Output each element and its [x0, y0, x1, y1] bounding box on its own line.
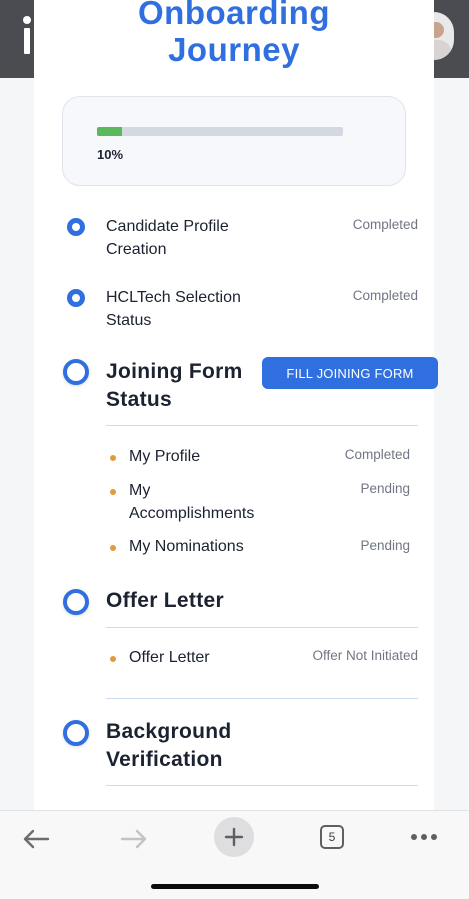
- app-logo: [20, 14, 34, 54]
- list-item-my-accomplishments[interactable]: My Accomplishments: [129, 479, 269, 525]
- tabs-icon[interactable]: 5: [318, 823, 346, 851]
- list-item-offer-letter[interactable]: Offer Letter: [129, 646, 279, 669]
- divider: [106, 627, 418, 628]
- plus-icon[interactable]: [214, 817, 254, 857]
- list-item-my-nominations[interactable]: My Nominations: [129, 535, 279, 558]
- step-status-icon: [67, 218, 85, 236]
- back-arrow-icon[interactable]: [18, 821, 54, 857]
- divider: [106, 698, 418, 699]
- list-item-status: Pending: [360, 538, 410, 553]
- onboarding-card: Onboarding Journey 10% Candidate Profile…: [34, 0, 434, 810]
- fill-joining-form-button[interactable]: FILL JOINING FORM: [262, 357, 438, 389]
- step-title-candidate-profile: Candidate Profile Creation: [106, 218, 229, 258]
- step-status-icon: [67, 289, 85, 307]
- section-title-background-verification: Background Verification: [106, 720, 232, 771]
- page-title-line1: Onboarding: [138, 0, 330, 31]
- list-item-status: Completed: [344, 447, 410, 462]
- section-title-joining-form: Joining Form Status: [106, 360, 243, 411]
- list-item-status: Pending: [360, 481, 410, 496]
- divider: [106, 425, 418, 426]
- list-item-my-profile[interactable]: My Profile: [129, 445, 279, 468]
- section-status-icon: [63, 589, 89, 615]
- section-status-icon: [63, 359, 89, 385]
- tab-count: 5: [320, 825, 344, 849]
- bullet-icon: [110, 656, 116, 662]
- bullet-icon: [110, 455, 116, 461]
- home-indicator: [151, 884, 319, 889]
- page-title-line2: Journey: [168, 31, 300, 68]
- section-title-offer-letter: Offer Letter: [106, 589, 224, 612]
- more-icon[interactable]: [408, 823, 440, 851]
- progress-percent: 10%: [97, 147, 124, 162]
- progress-bar: [97, 127, 343, 136]
- step-status-text: Completed: [352, 217, 418, 232]
- section-status-icon: [63, 720, 89, 746]
- divider: [106, 785, 418, 786]
- step-status-text: Completed: [352, 288, 418, 303]
- bullet-icon: [110, 545, 116, 551]
- bullet-icon: [110, 489, 116, 495]
- step-title-selection-status: HCLTech Selection Status: [106, 289, 241, 329]
- forward-arrow-icon[interactable]: [116, 821, 152, 857]
- progress-panel: 10%: [62, 96, 406, 186]
- list-item-status: Offer Not Initiated: [312, 648, 418, 663]
- progress-fill: [97, 127, 122, 136]
